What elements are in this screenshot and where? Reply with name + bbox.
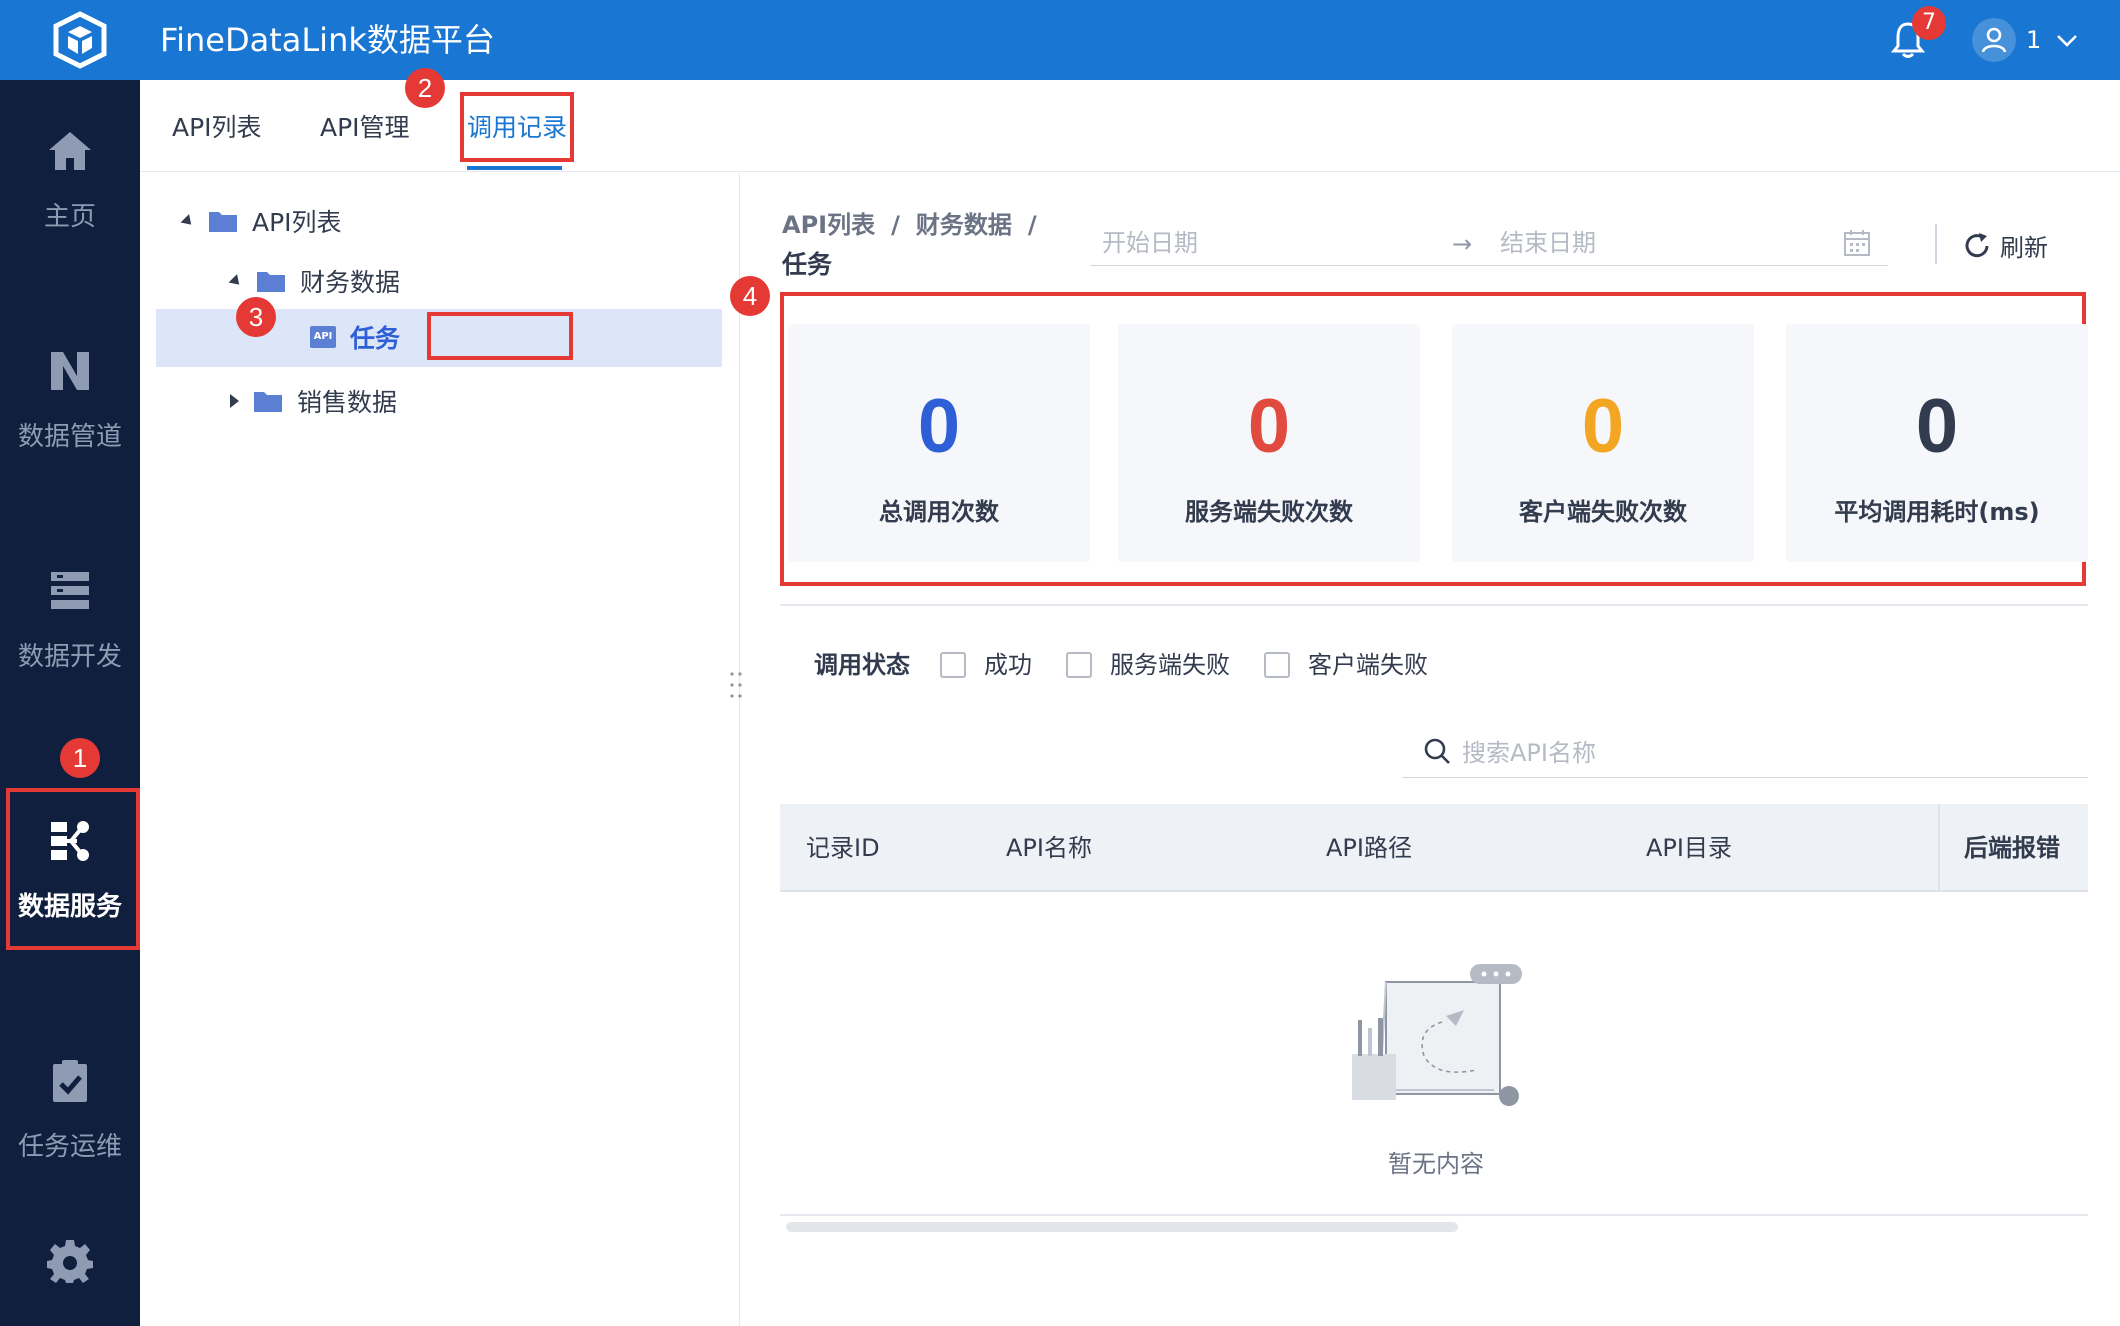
notification-badge[interactable]: 7 [1912, 6, 1946, 40]
user-icon [1981, 27, 2007, 53]
caret-right-icon[interactable] [230, 394, 239, 408]
sidebar-item-label: 数据管道 [17, 421, 122, 452]
stat-label: 客户端失败次数 [1519, 498, 1687, 526]
stat-value: 0 [1915, 384, 1959, 469]
refresh-button[interactable]: 刷新 [1962, 228, 2048, 263]
column-divider [1938, 804, 1940, 892]
start-date-input[interactable]: 开始日期 [1102, 226, 1198, 260]
breadcrumb-item[interactable]: 财务数据 [916, 211, 1012, 239]
chevron-down-icon[interactable] [2054, 28, 2080, 54]
annotation-badge-1: 1 [60, 738, 100, 778]
search-input[interactable] [1462, 736, 2062, 770]
folder-icon [257, 272, 285, 292]
stat-value: 0 [917, 384, 961, 469]
app-logo-icon[interactable] [50, 10, 110, 70]
tree-node-label: 财务数据 [300, 268, 401, 297]
sidebar-item-pipeline[interactable]: 数据管道 [0, 320, 140, 480]
pipeline-icon [51, 351, 89, 390]
annotation-box-sidebar [6, 788, 140, 950]
sidebar-item-home[interactable]: 主页 [0, 100, 140, 260]
tree-node-task[interactable]: API 任务 [310, 315, 400, 359]
sidebar-item-label: 数据开发 [17, 641, 122, 672]
stat-value: 0 [1581, 384, 1625, 469]
section-divider [780, 604, 2088, 606]
user-avatar[interactable] [1972, 18, 2016, 62]
column-header-backend-error[interactable]: 后端报错 [1964, 830, 2060, 866]
sidebar-item-task-ops[interactable]: 任务运维 [0, 1030, 140, 1190]
breadcrumb-separator: / [891, 211, 900, 239]
checkbox-label[interactable]: 成功 [984, 648, 1032, 682]
tree-node-sales[interactable]: 销售数据 [230, 379, 397, 423]
home-icon [49, 131, 91, 170]
server-failure-checkbox[interactable] [1066, 652, 1092, 678]
date-range-picker[interactable]: 开始日期 → 结束日期 [1090, 222, 1888, 266]
success-checkbox[interactable] [940, 652, 966, 678]
checkbox-label[interactable]: 服务端失败 [1110, 648, 1230, 682]
call-status-filter: 调用状态 成功 服务端失败 客户端失败 [814, 648, 1462, 682]
refresh-label: 刷新 [2000, 234, 2048, 262]
annotation-box-tab [460, 92, 574, 162]
tree-node-label: 任务 [350, 324, 401, 353]
search-icon [1424, 738, 1450, 764]
horizontal-scrollbar[interactable] [786, 1222, 1458, 1232]
records-table-header: 记录ID API名称 API路径 API目录 后端报错 [780, 804, 2088, 892]
gear-icon [47, 1240, 93, 1283]
stat-value: 0 [1247, 384, 1291, 469]
stat-label: 平均调用耗时(ms) [1834, 498, 2040, 526]
column-header-api-name[interactable]: API名称 [1006, 830, 1092, 866]
folder-icon [254, 392, 282, 412]
refresh-icon [1965, 232, 1989, 257]
end-date-input[interactable]: 结束日期 [1500, 226, 1596, 260]
annotation-badge-4: 4 [730, 276, 770, 316]
sidebar: 主页 数据管道 数据开发 数据服务 任务运维 [0, 80, 140, 1326]
user-name[interactable]: 1 [2026, 22, 2041, 58]
stat-card-server-failures: 0 服务端失败次数 [1118, 324, 1420, 562]
tab-api-manage[interactable]: API管理 [320, 110, 410, 146]
column-header-record-id[interactable]: 记录ID [806, 830, 880, 866]
active-tab-indicator [467, 166, 562, 170]
tree-node-root[interactable]: API列表 [180, 199, 342, 243]
folder-icon [209, 212, 237, 232]
tree-node-label: 销售数据 [297, 388, 398, 417]
toolbar-divider [1935, 224, 1937, 264]
panel-resize-handle[interactable] [728, 670, 744, 700]
column-header-api-dir[interactable]: API目录 [1646, 830, 1732, 866]
stat-card-client-failures: 0 客户端失败次数 [1452, 324, 1754, 562]
empty-state-text: 暂无内容 [1388, 1150, 1484, 1178]
filter-label: 调用状态 [814, 651, 910, 679]
tab-api-list[interactable]: API列表 [172, 110, 262, 146]
task-ops-icon [53, 1059, 87, 1102]
dev-icon [51, 571, 89, 609]
api-icon: API [310, 326, 336, 348]
tree-node-label: API列表 [252, 208, 342, 237]
sidebar-item-label: 主页 [43, 201, 96, 232]
breadcrumb-item[interactable]: API列表 [782, 211, 875, 239]
sidebar-item-settings[interactable] [0, 1210, 140, 1310]
annotation-box-tree [427, 312, 573, 360]
search-box [1402, 730, 2088, 778]
stat-label: 服务端失败次数 [1185, 498, 1353, 526]
sidebar-item-label: 任务运维 [17, 1131, 122, 1162]
empty-state-illustration [1352, 964, 1522, 1106]
app-title: FineDataLink数据平台 [160, 21, 495, 59]
page-title: 任务 [782, 250, 833, 279]
sidebar-item-dev[interactable]: 数据开发 [0, 540, 140, 700]
date-range-arrow: → [1452, 230, 1473, 258]
column-header-api-path[interactable]: API路径 [1326, 830, 1412, 866]
checkbox-label[interactable]: 客户端失败 [1308, 648, 1428, 682]
annotation-badge-3: 3 [236, 297, 276, 337]
top-header: FineDataLink数据平台 7 1 [0, 0, 2120, 80]
breadcrumb-separator: / [1027, 211, 1037, 239]
breadcrumb: API列表 / 财务数据 / [782, 206, 1053, 244]
client-failure-checkbox[interactable] [1264, 652, 1290, 678]
calendar-icon[interactable] [1842, 228, 1872, 258]
caret-down-icon[interactable] [180, 213, 196, 229]
table-bottom-divider [780, 1214, 2088, 1216]
stat-label: 总调用次数 [879, 498, 999, 526]
stat-card-total-calls: 0 总调用次数 [788, 324, 1090, 562]
api-tree-panel: API列表 财务数据 API 任务 销售数据 3 [140, 173, 740, 1326]
stat-card-avg-latency: 0 平均调用耗时(ms) [1786, 324, 2088, 562]
caret-down-icon[interactable] [228, 273, 244, 289]
annotation-badge-2: 2 [405, 68, 445, 108]
